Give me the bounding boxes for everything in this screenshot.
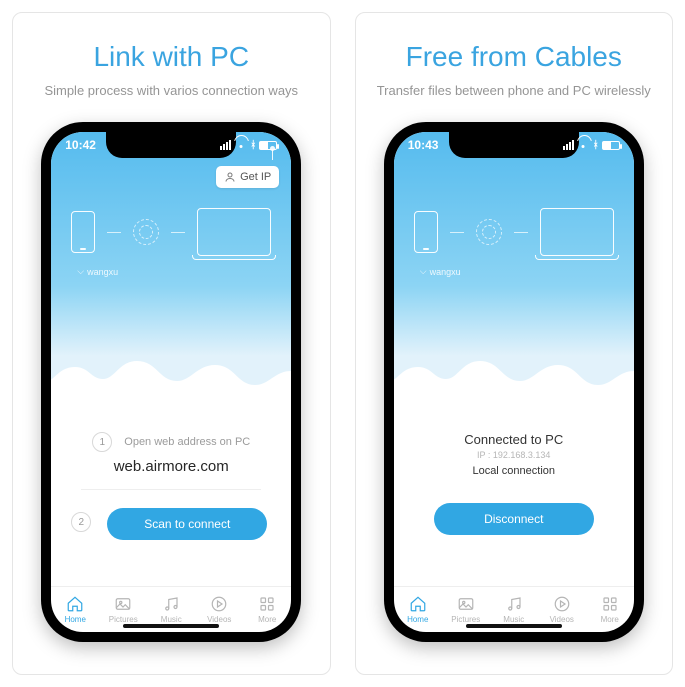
home-icon [66,595,84,613]
more-icon [601,595,619,613]
connection-status: Connected to PC IP : 192.168.3.134 Local… [464,432,563,477]
phone-screen: 10:43 ᚼ ⌵ wang [394,132,634,632]
videos-icon [210,595,228,613]
videos-icon [553,595,571,613]
get-ip-button[interactable]: Get IP [216,166,279,188]
wifi-icon [577,140,590,150]
web-address: web.airmore.com [114,458,229,475]
sky-area: 10:42 ᚼ Get IP [51,132,291,412]
card-title: Free from Cables [406,41,622,73]
phone-mockup: 10:42 ᚼ Get IP [41,122,301,642]
connected-ip: IP : 192.168.3.134 [464,450,563,460]
step-2-number: 2 [71,512,91,532]
bluetooth-icon: ᚼ [593,140,599,151]
battery-icon [602,141,620,150]
sky-area: 10:43 ᚼ ⌵ wang [394,132,634,412]
pictures-icon [457,595,475,613]
wifi-name: ⌵ wangxu [420,266,461,277]
device-laptop-icon [540,208,614,256]
home-indicator [123,624,219,628]
status-bar: 10:43 ᚼ [394,132,634,152]
wifi-name: ⌵ wangxu [77,266,118,277]
step-1-number: 1 [92,432,112,452]
person-icon [224,171,236,183]
promo-card-left: Link with PC Simple process with varios … [12,12,331,675]
step-2: 2 Scan to connect [71,504,271,540]
device-phone-icon [414,211,438,253]
music-icon [162,595,180,613]
connection-circle-icon [133,219,159,245]
device-laptop-icon [197,208,271,256]
wifi-small-icon: ⌵ [420,266,427,277]
card-subtitle: Transfer files between phone and PC wire… [377,83,651,98]
phone-screen: 10:42 ᚼ Get IP [51,132,291,632]
step-1-text: Open web address on PC [124,436,250,448]
music-icon [505,595,523,613]
card-title: Link with PC [93,41,249,73]
local-connection-label: Local connection [464,465,563,477]
status-bar: 10:42 ᚼ [51,132,291,152]
lower-panel: 1 Open web address on PC web.airmore.com… [51,412,291,586]
tab-more[interactable]: More [243,587,291,632]
home-icon [409,595,427,613]
disconnect-button[interactable]: Disconnect [434,503,594,535]
wifi-small-icon: ⌵ [77,266,84,277]
phone-mockup: 10:43 ᚼ ⌵ wang [384,122,644,642]
bluetooth-icon: ᚼ [250,140,256,151]
promo-card-right: Free from Cables Transfer files between … [355,12,674,675]
connected-heading: Connected to PC [464,432,563,447]
device-phone-icon [71,211,95,253]
signal-icon [563,140,574,150]
home-indicator [466,624,562,628]
signal-icon [220,140,231,150]
status-time: 10:43 [408,138,439,152]
clouds-graphic [51,341,291,413]
step-1: 1 Open web address on PC [71,432,271,452]
more-icon [258,595,276,613]
tab-more[interactable]: More [586,587,634,632]
status-right: ᚼ [220,140,277,151]
clouds-graphic [394,341,634,413]
pictures-icon [114,595,132,613]
tab-home[interactable]: Home [51,587,99,632]
card-subtitle: Simple process with varios connection wa… [44,83,298,98]
wifi-icon [234,140,247,150]
devices-graphic [394,208,634,256]
lower-panel: Connected to PC IP : 192.168.3.134 Local… [394,412,634,586]
scan-button[interactable]: Scan to connect [107,508,267,540]
tab-home[interactable]: Home [394,587,442,632]
devices-graphic [51,208,291,256]
connection-circle-icon [476,219,502,245]
status-time: 10:42 [65,138,96,152]
battery-icon [259,141,277,150]
divider [81,489,261,490]
get-ip-label: Get IP [240,171,271,183]
status-right: ᚼ [563,140,620,151]
